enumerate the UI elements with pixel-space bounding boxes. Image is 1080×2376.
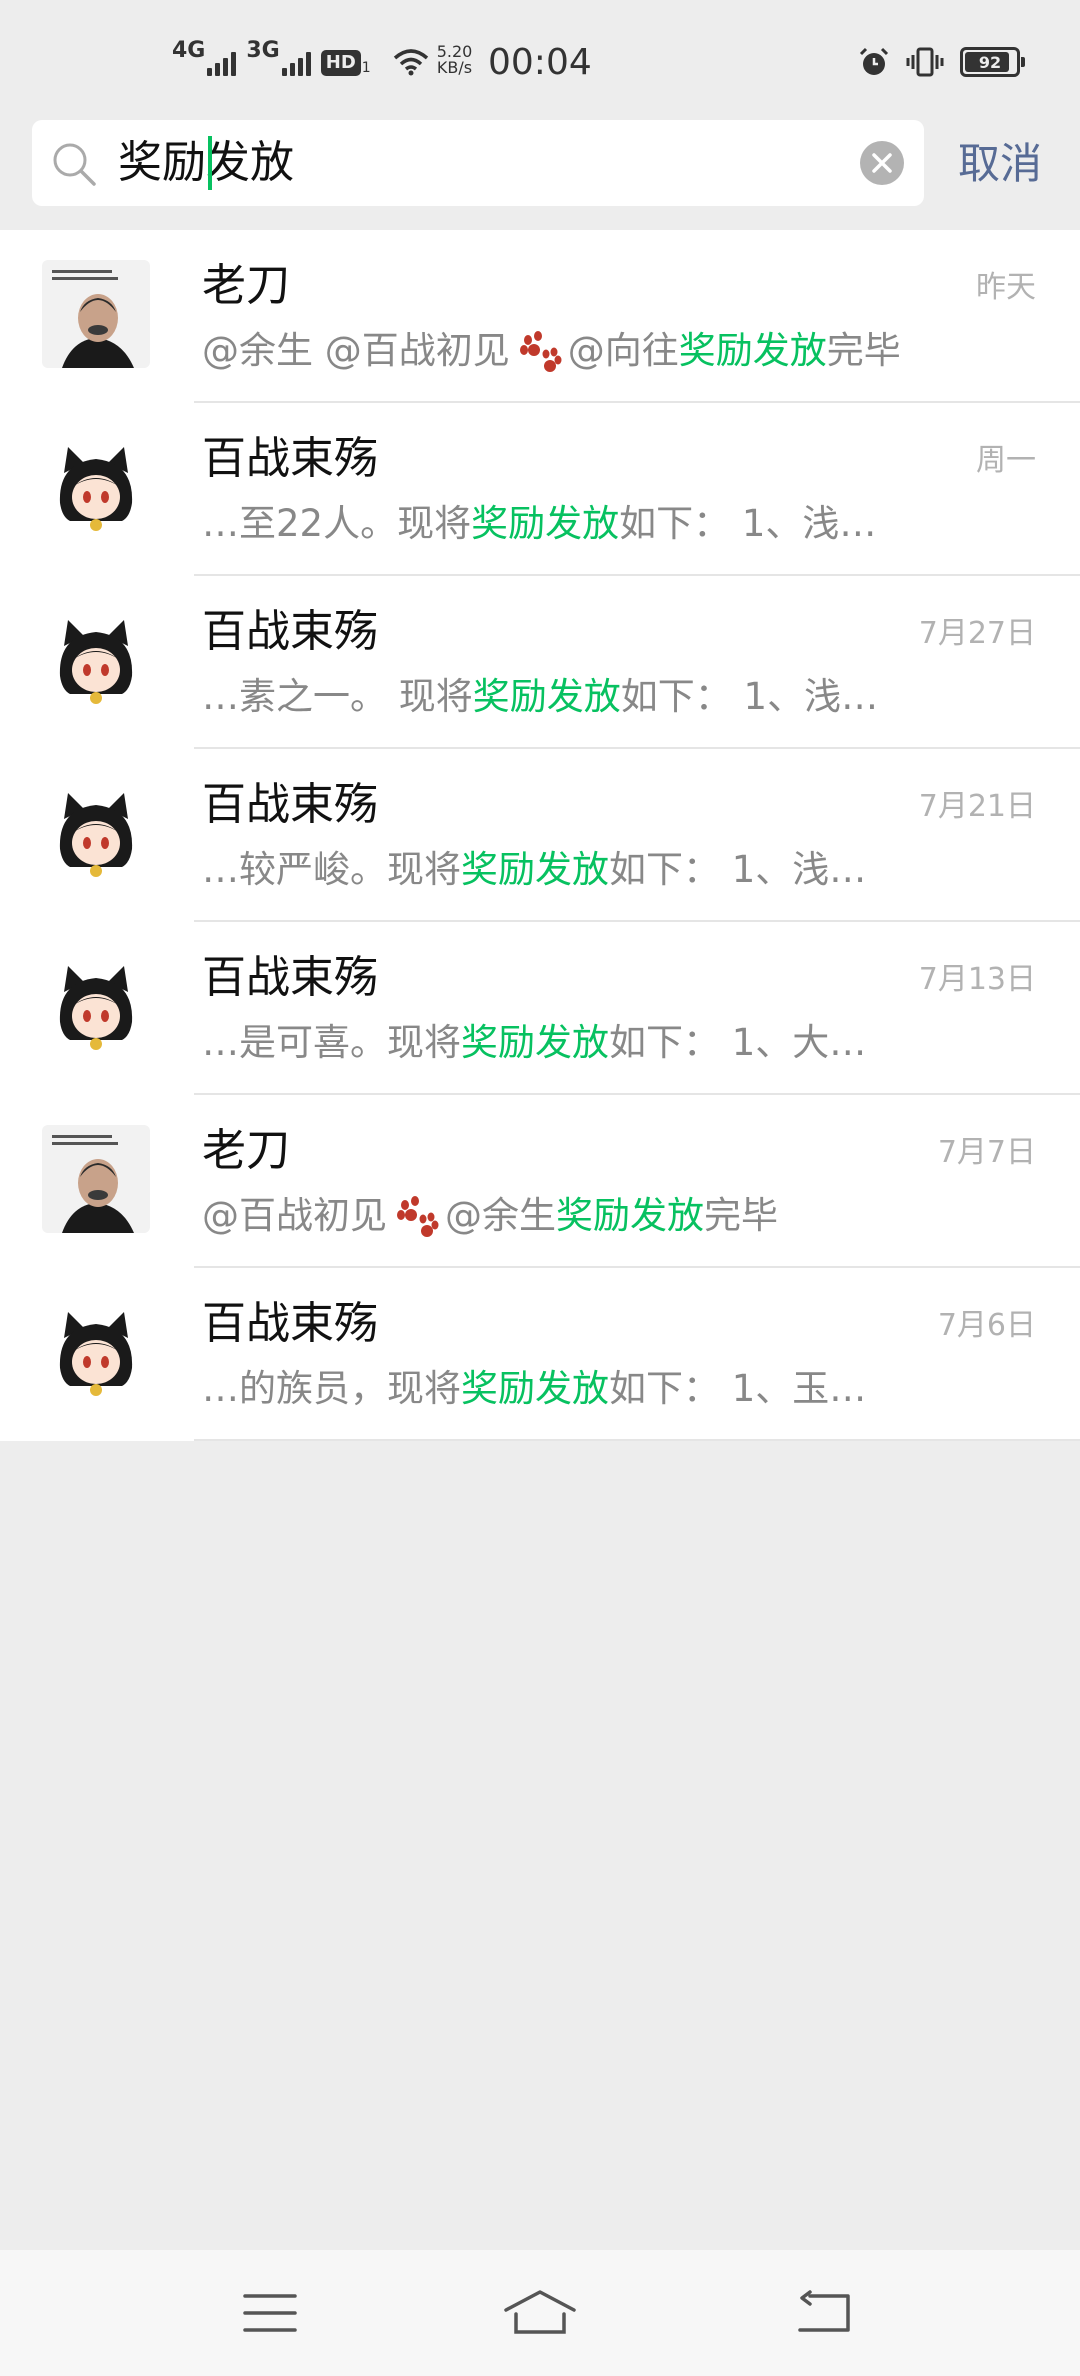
signal-3g: 3G — [246, 40, 311, 76]
paw-emoji-icon — [397, 1196, 439, 1237]
avatar[interactable] — [42, 779, 150, 887]
message-date: 7月27日 — [918, 616, 1036, 651]
message-date: 7月21日 — [918, 789, 1036, 824]
snippet-suffix: 如下： 1、浅… — [620, 675, 879, 718]
avatar[interactable] — [42, 1298, 150, 1406]
wifi-icon — [393, 49, 428, 76]
search-result-item[interactable]: 百战束殇 7月6日 …的族员，现将 奖励发放 如下： 1、玉… — [0, 1268, 1080, 1441]
message-snippet: …的族员，现将 奖励发放 如下： 1、玉… — [202, 1364, 866, 1414]
search-result-item[interactable]: 老刀 昨天 @余生 @百战初见 @向往 奖励发放 完毕 — [0, 230, 1080, 403]
avatar-anime-icon — [42, 1298, 150, 1406]
vibrate-icon — [906, 47, 944, 77]
message-snippet: …是可喜。现将 奖励发放 如下： 1、大… — [202, 1018, 866, 1068]
avatar-anime-icon — [42, 952, 150, 1060]
search-result-item[interactable]: 百战束殇 周一 …至22人。现将 奖励发放 如下： 1、浅… — [0, 403, 1080, 576]
wifi-indicator: 5.20 KB/s — [393, 42, 473, 77]
avatar-anime-icon — [42, 779, 150, 887]
cancel-button[interactable]: 取消 — [958, 138, 1042, 190]
snippet-suffix: 完毕 — [704, 1194, 778, 1237]
snippet-highlight: 奖励发放 — [461, 848, 609, 891]
menu-button[interactable] — [230, 2280, 310, 2346]
signal-4g: 4G — [172, 40, 237, 76]
chat-name: 百战束殇 — [202, 606, 378, 657]
message-snippet: …至22人。现将 奖励发放 如下： 1、浅… — [202, 499, 876, 549]
system-nav-bar — [0, 2250, 1080, 2376]
search-result-item[interactable]: 百战束殇 7月21日 …较严峻。现将 奖励发放 如下： 1、浅… — [0, 749, 1080, 922]
message-date: 昨天 — [976, 270, 1036, 305]
snippet-highlight: 奖励发放 — [678, 329, 827, 372]
snippet-highlight: 奖励发放 — [461, 1021, 609, 1064]
snippet-suffix: 完毕 — [826, 329, 901, 372]
paw-emoji-icon — [519, 331, 562, 372]
status-time: 00:04 — [488, 42, 592, 83]
snippet-suffix: 如下： 1、浅… — [619, 502, 877, 545]
divider — [194, 1439, 1080, 1441]
status-right: 92 — [858, 46, 1025, 78]
snippet-prefix: …是可喜。现将 — [202, 1021, 461, 1064]
status-bar: 4G 3G HD 1 5.20 KB/s 00:04 92 — [0, 0, 1080, 112]
chat-name: 老刀 — [202, 1125, 290, 1176]
status-left: 4G 3G HD 1 5.20 KB/s — [172, 40, 473, 77]
message-snippet: …较严峻。现将 奖励发放 如下： 1、浅… — [202, 845, 866, 895]
snippet-highlight: 奖励发放 — [471, 502, 620, 545]
avatar-anime-icon — [42, 433, 150, 541]
menu-icon — [243, 2294, 297, 2332]
snippet-suffix: 如下： 1、浅… — [609, 848, 867, 891]
clear-icon[interactable] — [860, 141, 904, 185]
message-date: 7月7日 — [937, 1135, 1036, 1170]
snippet-prefix: @百战初见 — [202, 1194, 387, 1237]
message-date: 7月13日 — [918, 962, 1036, 997]
snippet-highlight: 奖励发放 — [461, 1367, 609, 1410]
chat-name: 百战束殇 — [202, 433, 378, 484]
close-icon — [872, 153, 892, 173]
avatar[interactable] — [42, 1125, 150, 1233]
avatar-photo-icon — [42, 260, 150, 368]
back-button[interactable] — [784, 2280, 864, 2346]
signal-bars-icon — [281, 50, 311, 76]
avatar-photo-icon — [42, 1125, 150, 1233]
back-icon — [798, 2290, 850, 2332]
avatar[interactable] — [42, 952, 150, 1060]
search-result-list: 老刀 昨天 @余生 @百战初见 @向往 奖励发放 完毕 百战束殇 周一 …至22人… — [0, 230, 1080, 1441]
avatar-anime-icon — [42, 606, 150, 714]
chat-name: 百战束殇 — [202, 1298, 378, 1349]
search-result-item[interactable]: 老刀 7月7日 @百战初见 @余生 奖励发放 完毕 — [0, 1095, 1080, 1268]
snippet-prefix: …至22人。现将 — [202, 502, 472, 545]
chat-name: 百战束殇 — [202, 779, 378, 830]
signal-bars-icon — [207, 50, 237, 76]
snippet-suffix: 如下： 1、大… — [609, 1021, 867, 1064]
text-caret — [208, 136, 212, 190]
snippet-highlight: 奖励发放 — [472, 675, 621, 718]
snippet-prefix: …较严峻。现将 — [202, 848, 461, 891]
search-result-item[interactable]: 百战束殇 7月13日 …是可喜。现将 奖励发放 如下： 1、大… — [0, 922, 1080, 1095]
snippet-mention: @余生 — [445, 1194, 556, 1237]
message-date: 周一 — [976, 443, 1036, 478]
avatar[interactable] — [42, 606, 150, 714]
chat-name: 百战束殇 — [202, 952, 378, 1003]
message-snippet: …素之一。 现将 奖励发放 如下： 1、浅… — [202, 672, 878, 722]
snippet-suffix: 如下： 1、玉… — [609, 1367, 867, 1410]
search-icon — [53, 143, 96, 186]
snippet-mention: @向往 — [567, 329, 679, 372]
alarm-icon — [859, 47, 889, 75]
hd-indicator: HD 1 — [320, 50, 371, 76]
message-snippet: @余生 @百战初见 @向往 奖励发放 完毕 — [202, 326, 901, 376]
snippet-prefix: @余生 @百战初见 — [202, 329, 510, 372]
snippet-highlight: 奖励发放 — [556, 1194, 704, 1237]
home-button[interactable] — [500, 2280, 580, 2346]
search-field[interactable]: 奖励发放 — [32, 120, 924, 206]
home-icon — [504, 2290, 576, 2334]
search-input[interactable]: 奖励发放 — [118, 134, 294, 192]
network-speed: 5.20 KB/s — [436, 42, 473, 77]
battery-icon: 92 — [960, 47, 1025, 77]
chat-name: 老刀 — [202, 260, 290, 311]
message-date: 7月6日 — [937, 1308, 1036, 1343]
snippet-prefix: …的族员，现将 — [202, 1367, 461, 1410]
snippet-prefix: …素之一。 现将 — [202, 675, 473, 718]
avatar[interactable] — [42, 260, 150, 368]
message-snippet: @百战初见 @余生 奖励发放 完毕 — [202, 1191, 778, 1241]
avatar[interactable] — [42, 433, 150, 541]
search-result-item[interactable]: 百战束殇 7月27日 …素之一。 现将 奖励发放 如下： 1、浅… — [0, 576, 1080, 749]
